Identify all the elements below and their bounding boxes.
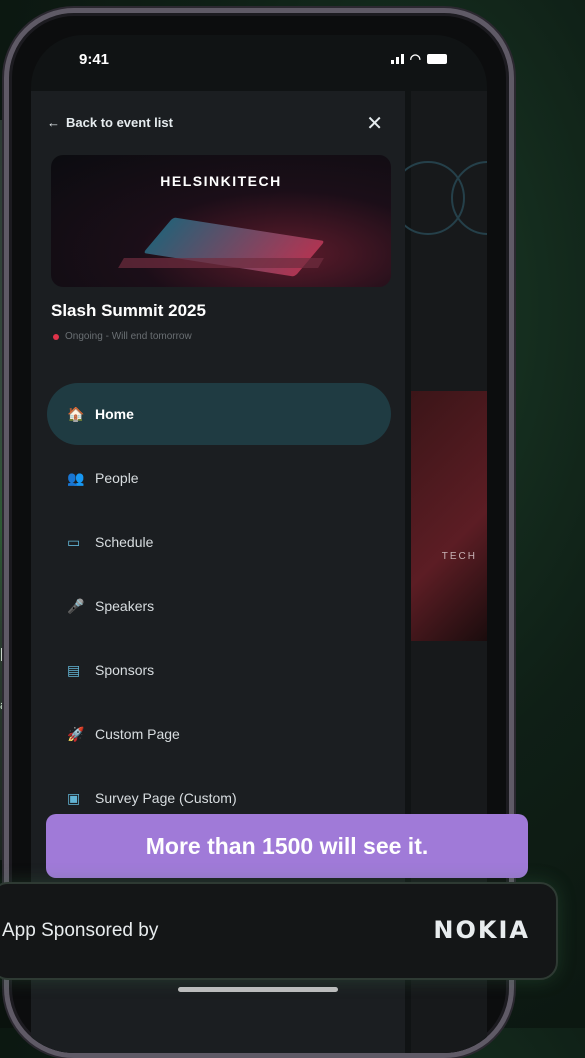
- nav-item-speakers[interactable]: 🎤 Speakers: [47, 575, 391, 637]
- back-label: Back to event list: [66, 115, 173, 130]
- nav-item-home[interactable]: 🏠 Home: [47, 383, 391, 445]
- sponsor-logo: NOKIA: [433, 916, 530, 944]
- signal-icon: [390, 54, 404, 64]
- callout-banner: More than 1500 will see it.: [46, 814, 528, 878]
- nav-item-label: Survey Page (Custom): [95, 790, 237, 806]
- drawer-nav: 🏠 Home 👥 People ▭ Schedule 🎤 Speakers ▤: [47, 383, 391, 831]
- close-icon[interactable]: ✕: [366, 111, 383, 136]
- background-ring: [451, 161, 487, 235]
- nav-item-sponsors[interactable]: ▤ Sponsors: [47, 639, 391, 701]
- nav-item-label: Speakers: [95, 598, 155, 614]
- laptop-base-image: [118, 258, 324, 268]
- nav-item-label: Home: [95, 406, 134, 422]
- wifi-icon: ◠: [409, 51, 421, 66]
- sponsor-card: App Sponsored by NOKIA: [0, 882, 558, 980]
- status-bar: 9:41 ◠: [31, 35, 487, 91]
- nav-item-label: Custom Page: [95, 726, 180, 742]
- event-banner: HELSINKITECH: [51, 155, 391, 287]
- event-title: Slash Summit 2025: [51, 301, 206, 320]
- nav-item-custom-page[interactable]: 🚀 Custom Page: [47, 703, 391, 765]
- people-icon: 👥: [67, 469, 85, 486]
- nav-item-schedule[interactable]: ▭ Schedule: [47, 511, 391, 573]
- nav-item-label: Sponsors: [95, 662, 155, 678]
- nav-item-label: Schedule: [95, 534, 154, 550]
- event-status: Ongoing - Will end tomorrow: [53, 331, 192, 342]
- sponsor-label: App Sponsored by: [2, 920, 159, 941]
- event-brand: HELSINKITECH: [160, 173, 282, 189]
- battery-icon: [427, 54, 447, 64]
- survey-icon: ▣: [67, 789, 81, 806]
- background-banner: TECH: [411, 391, 487, 641]
- rocket-icon: 🚀: [67, 725, 85, 742]
- status-dot: [53, 333, 59, 340]
- home-indicator[interactable]: [178, 987, 338, 992]
- nav-item-people[interactable]: 👥 People: [47, 447, 391, 509]
- back-to-event-list-button[interactable]: ← Back to event list: [47, 115, 173, 130]
- calendar-icon: ▭: [67, 533, 81, 550]
- status-icons: ◠: [390, 51, 447, 67]
- nav-item-label: People: [95, 470, 139, 486]
- status-time: 9:41: [79, 51, 110, 68]
- background-banner-text: TECH: [441, 551, 477, 562]
- speakers-icon: 🎤: [67, 597, 85, 614]
- arrow-left-icon: ←: [47, 115, 60, 130]
- event-status-text: Ongoing - Will end tomorrow: [65, 331, 192, 342]
- sponsors-icon: ▤: [67, 661, 81, 678]
- home-icon: 🏠: [67, 405, 85, 422]
